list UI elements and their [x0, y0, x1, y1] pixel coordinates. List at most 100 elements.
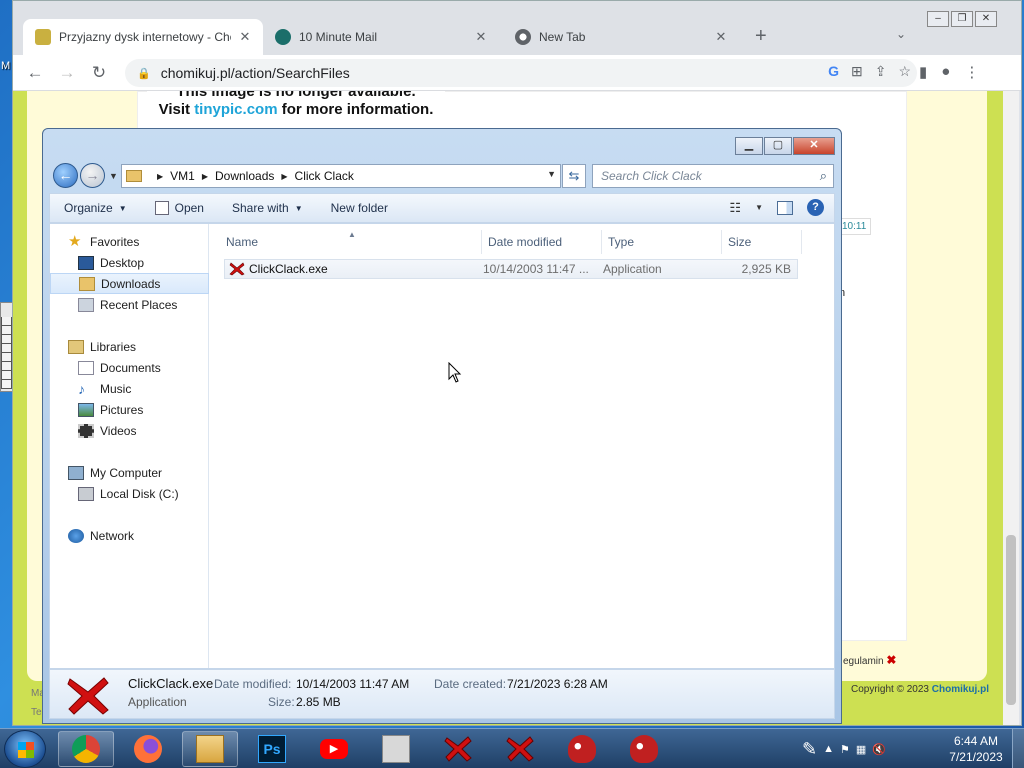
taskbar-clickclack-1[interactable] — [430, 731, 486, 767]
preview-pane-icon[interactable] — [777, 200, 793, 215]
star-icon: ★ — [68, 232, 82, 250]
nav-favorites[interactable]: ★ Favorites — [50, 231, 209, 252]
nav-videos[interactable]: Videos — [50, 420, 209, 441]
search-icon[interactable]: ⌕ — [820, 168, 827, 184]
page-scrollbar[interactable] — [1003, 91, 1019, 725]
nav-libraries[interactable]: Libraries — [50, 336, 209, 357]
nav-music[interactable]: ♪ Music — [50, 378, 209, 399]
windows-logo-icon — [18, 742, 34, 758]
action-center-icon[interactable]: ⚑ — [840, 743, 850, 756]
column-header-date[interactable]: Date modified — [482, 230, 602, 254]
desktop-edge-text: M — [1, 60, 11, 72]
maximize-icon[interactable]: ▢ — [764, 137, 792, 155]
breadcrumb-separator-icon[interactable]: ▶ — [281, 172, 287, 181]
column-header-name[interactable]: Name ▲ — [220, 230, 482, 254]
tab-10-minute-mail[interactable]: 10 Minute Mail ✕ — [263, 19, 499, 55]
breadcrumb-separator-icon[interactable]: ▶ — [157, 172, 163, 181]
regulamin-link[interactable]: egulamin ✖ — [843, 653, 896, 667]
breadcrumb-downloads[interactable]: Downloads — [215, 169, 274, 183]
close-icon[interactable]: ✕ — [975, 11, 997, 27]
search-input[interactable]: Search Click Clack ⌕ — [592, 164, 834, 188]
close-icon[interactable]: ✕ — [793, 137, 835, 155]
tab-close-icon[interactable]: ✕ — [473, 29, 489, 45]
nav-pictures[interactable]: Pictures — [50, 399, 209, 420]
clock[interactable]: 6:44 AM 7/21/2023 — [944, 733, 1008, 765]
translate-icon[interactable]: ⊞ — [851, 63, 863, 80]
restore-icon[interactable]: ❐ — [951, 11, 973, 27]
bookmark-star-icon[interactable]: ☆ — [898, 63, 911, 80]
side-panel-icon[interactable]: ▮ — [919, 63, 927, 81]
address-dropdown-icon[interactable]: ▼ — [547, 169, 556, 179]
reload-icon[interactable]: ↻ — [87, 61, 111, 85]
nav-downloads[interactable]: Downloads — [50, 273, 209, 294]
tab-close-icon[interactable]: ✕ — [713, 29, 729, 45]
nav-my-computer[interactable]: My Computer — [50, 462, 209, 483]
minimize-icon[interactable]: ▁ — [735, 137, 763, 155]
taskbar-mascot-1[interactable] — [554, 731, 610, 767]
explorer-address-bar[interactable]: ▶ VM1 ▶ Downloads ▶ Click Clack ▼ — [121, 164, 561, 188]
organize-button[interactable]: Organize ▼ — [50, 201, 141, 215]
breadcrumb-separator-icon[interactable]: ▶ — [202, 172, 208, 181]
lock-icon: 🔒 — [137, 67, 151, 80]
computer-icon — [68, 465, 84, 480]
column-header-size[interactable]: Size — [722, 230, 802, 254]
nav-network[interactable]: Network — [50, 525, 209, 546]
taskbar-youtube[interactable]: ▶ — [306, 731, 362, 767]
tab-new-tab[interactable]: New Tab ✕ — [503, 19, 739, 55]
taskbar-explorer[interactable] — [182, 731, 238, 767]
chrome-menu-icon[interactable]: ⋮ — [964, 63, 979, 81]
folder-icon — [196, 735, 224, 763]
file-row[interactable]: ClickClack.exe 10/14/2003 11:47 ... Appl… — [224, 259, 798, 279]
taskbar-photoshop[interactable]: Ps — [244, 731, 300, 767]
file-type: Application — [603, 262, 662, 276]
taskbar-clickclack-2[interactable] — [492, 731, 548, 767]
profile-avatar-icon[interactable]: ● — [941, 63, 950, 81]
share-icon[interactable]: ⇪ — [875, 63, 887, 80]
chevron-down-icon[interactable]: ▼ — [755, 203, 763, 212]
google-translate-g-icon[interactable]: G — [828, 63, 839, 80]
start-button[interactable] — [4, 730, 46, 768]
taskbar-mascot-2[interactable] — [616, 731, 672, 767]
back-arrow-icon[interactable]: ← — [53, 163, 78, 188]
nav-desktop[interactable]: Desktop — [50, 252, 209, 273]
change-view-icon[interactable]: ☷ — [729, 200, 741, 216]
explorer-window-controls: ▁ ▢ ✕ — [735, 137, 835, 155]
close-x-icon[interactable]: ✖ — [886, 653, 896, 667]
tab-chomikuj[interactable]: Przyjazny dysk internetowy - Chomikuj.pl… — [23, 19, 263, 55]
scrollbar-thumb[interactable] — [1006, 535, 1016, 705]
nav-local-disk[interactable]: Local Disk (C:) — [50, 483, 209, 504]
new-folder-button[interactable]: New folder — [317, 201, 402, 215]
volume-muted-icon[interactable]: 🔇 — [872, 743, 886, 756]
new-tab-button[interactable]: + — [755, 25, 767, 48]
tab-close-icon[interactable]: ✕ — [237, 29, 253, 45]
breadcrumb-click-clack[interactable]: Click Clack — [295, 169, 354, 183]
breadcrumb-vm1[interactable]: VM1 — [170, 169, 195, 183]
nav-documents[interactable]: Documents — [50, 357, 209, 378]
file-list: Name ▲ Date modified Type Size ClickClack… — [216, 224, 828, 668]
address-bar[interactable]: 🔒 chomikuj.pl/action/SearchFiles G ⊞ ⇪ ☆ — [125, 59, 917, 87]
tab-search-button[interactable]: ⌄ — [896, 27, 906, 41]
forward-arrow-icon[interactable]: → — [80, 163, 105, 188]
network-tray-icon[interactable]: ▦ — [856, 743, 866, 756]
pen-input-icon[interactable]: ✎ — [802, 739, 817, 760]
open-button[interactable]: Open — [141, 201, 218, 215]
show-desktop-button[interactable] — [1012, 729, 1024, 768]
column-header-type[interactable]: Type — [602, 230, 722, 254]
youtube-icon: ▶ — [320, 739, 348, 759]
back-arrow-icon[interactable]: ← — [23, 61, 47, 85]
recent-pages-chevron-icon[interactable]: ▼ — [109, 171, 118, 181]
forward-arrow-icon[interactable]: → — [55, 61, 79, 85]
help-icon[interactable]: ? — [807, 199, 824, 216]
taskbar-app[interactable] — [368, 731, 424, 767]
minimize-icon[interactable]: – — [927, 11, 949, 27]
taskbar-firefox[interactable] — [120, 731, 176, 767]
disk-drive-icon — [78, 486, 94, 501]
details-date-created: 7/21/2023 6:28 AM — [507, 677, 608, 691]
nav-recent-places[interactable]: Recent Places — [50, 294, 209, 315]
taskbar-chrome[interactable] — [58, 731, 114, 767]
copyright-brand-link[interactable]: Chomikuj.pl — [932, 684, 989, 695]
tray-expand-icon[interactable]: ▲ — [823, 743, 834, 755]
refresh-icon[interactable]: ⇆ — [562, 164, 586, 188]
nav-label: Downloads — [101, 276, 161, 291]
share-with-button[interactable]: Share with ▼ — [218, 201, 317, 215]
